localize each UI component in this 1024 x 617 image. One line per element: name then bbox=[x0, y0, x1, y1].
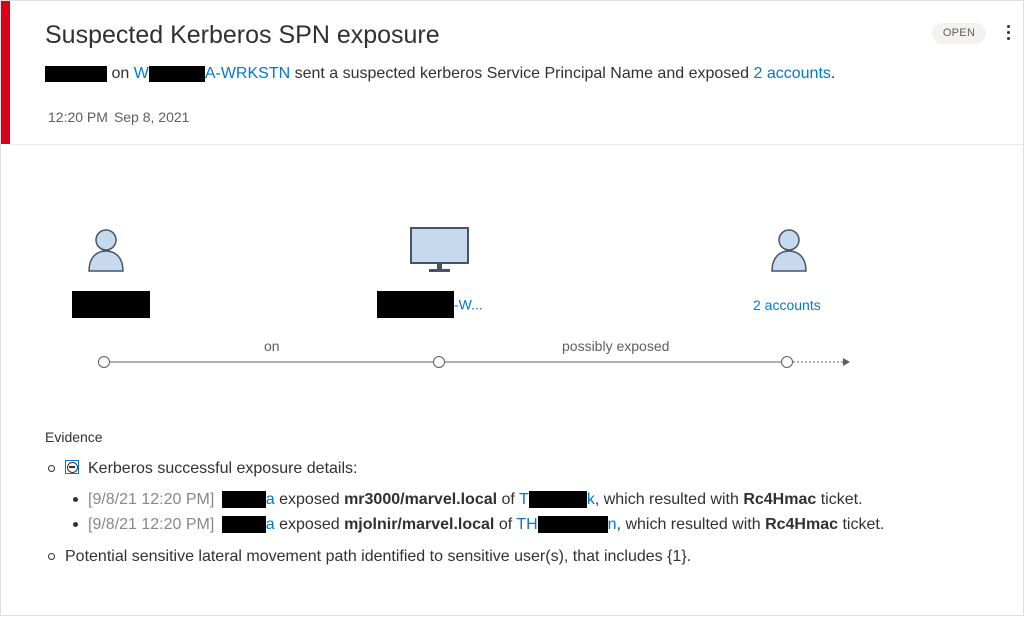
redacted-target bbox=[528, 491, 587, 509]
evidence-heading: Evidence bbox=[45, 429, 103, 445]
target-head: TH bbox=[516, 516, 538, 533]
evidence-group-label: Kerberos successful exposure details: bbox=[88, 460, 358, 477]
alert-title: Suspected Kerberos SPN exposure bbox=[45, 21, 440, 49]
evidence-verb: exposed bbox=[279, 491, 340, 508]
evidence-of: of bbox=[501, 491, 515, 508]
list-bullet bbox=[48, 465, 55, 472]
alert-date: Sep 8, 2021 bbox=[113, 109, 190, 125]
computer-link-prefix: W bbox=[133, 65, 149, 82]
lateral-movement-text: Potential sensitive lateral movement pat… bbox=[65, 548, 692, 565]
accounts-link[interactable]: 2 accounts bbox=[754, 65, 831, 82]
list-bullet bbox=[73, 522, 78, 527]
evidence-tail: , which resulted with bbox=[616, 516, 761, 533]
accounts-user-icon[interactable] bbox=[769, 225, 809, 273]
alert-timestamp: 12:20 PM Sep 8, 2021 bbox=[48, 109, 189, 125]
evidence-timestamp: [9/8/21 12:20 PM] bbox=[88, 516, 215, 533]
redacted-computer bbox=[148, 65, 205, 82]
evidence-of: of bbox=[498, 516, 513, 533]
severity-accent-bar bbox=[1, 1, 10, 144]
ticket-word: ticket. bbox=[820, 491, 863, 508]
header-divider bbox=[10, 144, 1023, 145]
redacted-user bbox=[221, 516, 266, 534]
subtitle-middle-text: sent a suspected kerberos Service Princi… bbox=[294, 65, 750, 82]
subtitle-on-text: on bbox=[111, 65, 130, 82]
spn-name: mr3000/marvel.local bbox=[344, 491, 498, 508]
edge-possibly-exposed-label: possibly exposed bbox=[562, 338, 670, 354]
monitor-icon[interactable] bbox=[409, 226, 471, 274]
user-icon[interactable] bbox=[86, 225, 126, 273]
redacted-computer-name bbox=[377, 291, 454, 318]
computer-node-label-suffix: -W... bbox=[454, 296, 483, 313]
computer-link[interactable]: W A-WRKSTN bbox=[134, 65, 290, 82]
target-tail: n bbox=[607, 516, 617, 533]
list-bullet bbox=[73, 497, 78, 502]
collapse-icon[interactable] bbox=[65, 460, 79, 474]
ticket-word: ticket. bbox=[842, 516, 885, 533]
target-accounts-link[interactable]: 2 accounts bbox=[753, 297, 821, 313]
timeline-arrowhead bbox=[843, 358, 850, 366]
evidence-tail: , which resulted with bbox=[594, 491, 739, 508]
ticket-type: Rc4Hmac bbox=[765, 516, 838, 533]
target-computer-link[interactable]: Tk bbox=[519, 491, 595, 509]
target-computer-link[interactable]: TH n bbox=[516, 516, 617, 534]
alert-description: on W A-WRKSTN sent a suspected kerberos S… bbox=[45, 63, 835, 85]
timeline-node-1 bbox=[98, 356, 110, 368]
target-head: T bbox=[519, 491, 529, 508]
redacted-user bbox=[221, 491, 266, 509]
alert-card: Suspected Kerberos SPN exposure OPEN on … bbox=[0, 0, 1024, 616]
redacted-target bbox=[537, 516, 608, 534]
more-options-icon[interactable] bbox=[1001, 23, 1015, 45]
edge-on-label: on bbox=[264, 338, 280, 354]
target-tail: k bbox=[586, 491, 595, 508]
timeline-node-3 bbox=[781, 356, 793, 368]
status-badge[interactable]: OPEN bbox=[932, 23, 986, 44]
spn-name: mjolnir/marvel.local bbox=[344, 516, 495, 533]
alert-time: 12:20 PM bbox=[48, 109, 108, 125]
list-bullet bbox=[48, 553, 55, 560]
subtitle-period: . bbox=[830, 65, 836, 82]
evidence-timestamp: [9/8/21 12:20 PM] bbox=[88, 491, 215, 508]
timeline-node-2 bbox=[433, 356, 445, 368]
evidence-verb: exposed bbox=[279, 516, 340, 533]
user-link-tail[interactable]: a bbox=[266, 516, 275, 533]
redacted-user bbox=[45, 65, 107, 82]
user-link-tail[interactable]: a bbox=[266, 491, 275, 508]
computer-node-label[interactable]: -W... bbox=[377, 291, 483, 318]
computer-link-suffix: A-WRKSTN bbox=[204, 65, 291, 82]
redacted-source-user-label[interactable] bbox=[72, 291, 150, 318]
ticket-type: Rc4Hmac bbox=[743, 491, 817, 508]
